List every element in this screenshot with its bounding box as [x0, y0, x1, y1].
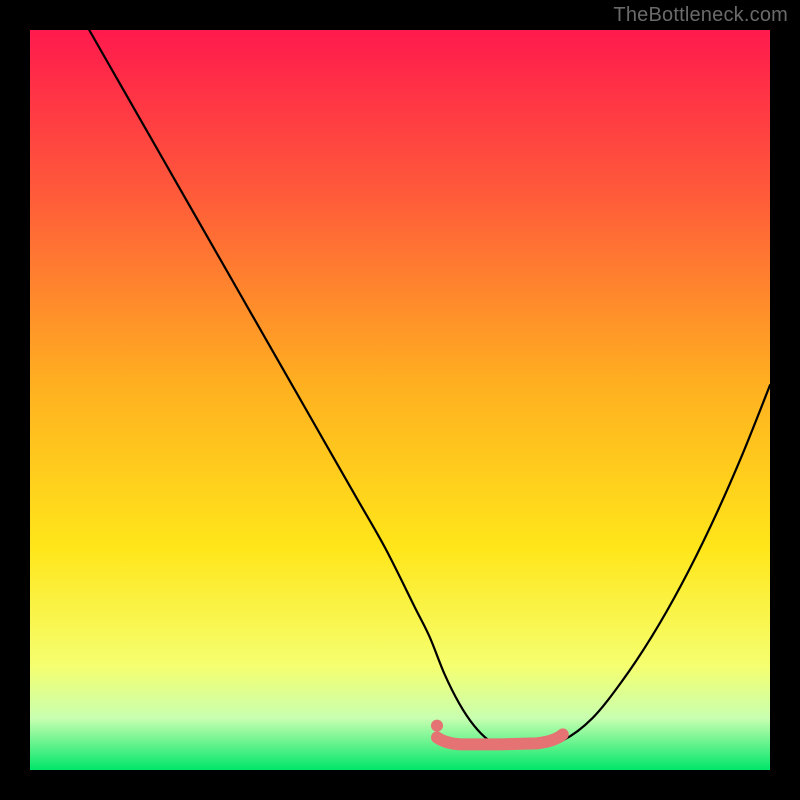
- optimal-point-dot: [431, 720, 443, 732]
- gradient-background: [30, 30, 770, 770]
- bottleneck-chart: [30, 30, 770, 770]
- attribution-text: TheBottleneck.com: [613, 4, 788, 27]
